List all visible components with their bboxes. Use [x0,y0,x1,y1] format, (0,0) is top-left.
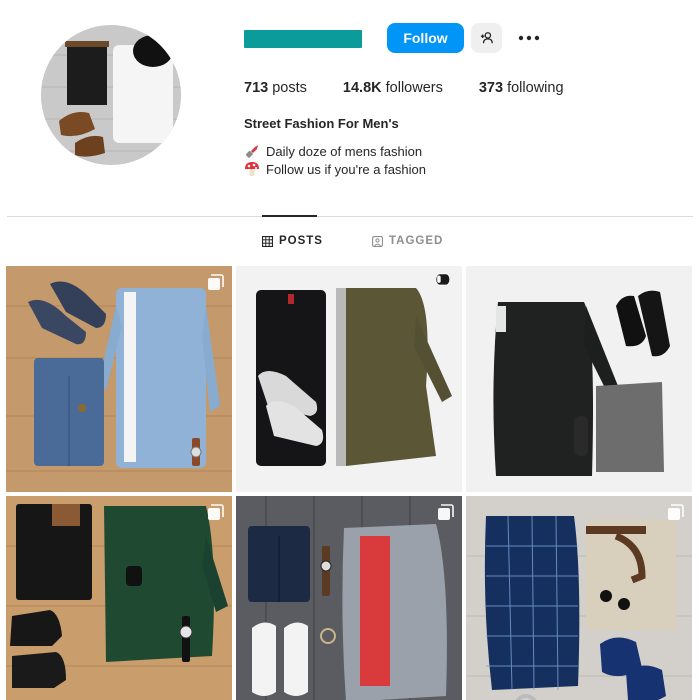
post-thumbnail-3[interactable] [466,266,692,492]
username [244,30,362,48]
bio-name: Street Fashion For Men's [244,116,399,131]
post-image-1 [6,266,232,492]
bio-line-2: Follow us if you're a fashion [244,161,426,177]
carousel-icon [438,504,454,520]
tab-tagged-label: TAGGED [389,235,444,247]
add-user-icon [480,32,493,44]
bio-line-1: Daily doze of mens fashion [244,143,422,159]
following-count-label: following [507,80,564,96]
post-image-3 [466,266,692,492]
lipstick-icon [244,143,260,159]
post-thumbnail-4[interactable] [6,496,232,700]
bio-line-2-text: Follow us if you're a fashion [266,161,427,177]
profile-stats: 713 posts 14.8K followers 373 following [244,80,600,96]
carousel-icon [668,504,684,520]
following-count[interactable]: 373 following [479,80,564,96]
following-count-value: 373 [478,80,504,96]
post-thumbnail-2[interactable] [236,266,462,492]
tag-user-icon [372,235,383,247]
profile-avatar[interactable] [41,25,181,165]
followers-count[interactable]: 14.8K followers [343,80,443,96]
tab-posts-label: POSTS [279,235,323,247]
posts-count-value: 713 [244,80,269,96]
tab-posts[interactable]: POSTS [262,235,323,247]
suggest-users-button[interactable] [471,23,502,53]
section-divider [7,216,693,217]
followers-count-value: 14.8K [342,80,382,96]
carousel-icon [208,504,224,520]
post-thumbnail-6[interactable] [466,496,692,700]
post-image-4 [6,496,232,700]
bio-line-1-text: Daily doze of mens fashion [266,143,423,159]
active-tab-indicator [262,215,317,217]
tab-tagged[interactable]: TAGGED [372,235,443,247]
posts-count: 713 posts [244,80,307,96]
posts-grid [6,266,694,700]
posts-count-label: posts [272,80,307,96]
post-thumbnail-5[interactable] [236,496,462,700]
reel-icon [435,273,451,286]
post-image-5 [236,496,462,700]
more-dots-icon [518,35,540,41]
post-thumbnail-1[interactable] [6,266,232,492]
post-image-2 [236,266,462,492]
grid-icon [262,235,273,247]
more-options-button[interactable] [514,24,544,52]
avatar-image [41,25,181,165]
followers-count-label: followers [385,80,443,96]
follow-button[interactable]: Follow [387,23,464,53]
post-image-6 [466,496,692,700]
mushroom-icon [244,161,260,177]
carousel-icon [208,274,224,290]
